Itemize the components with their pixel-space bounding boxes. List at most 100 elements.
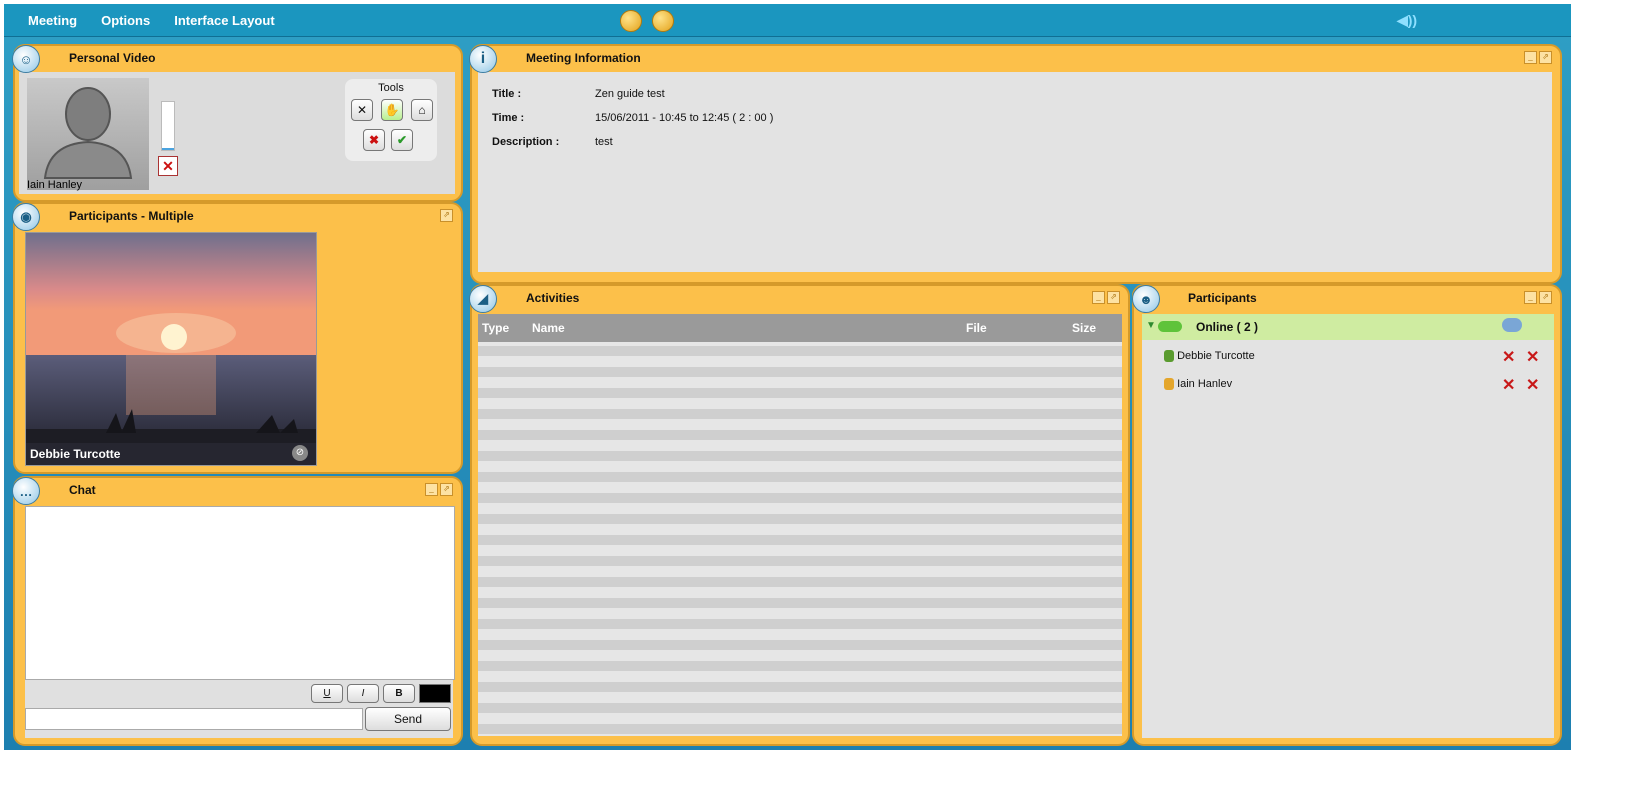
- minimize-icon[interactable]: _: [1524, 51, 1537, 64]
- panel-title: Personal Video: [69, 51, 156, 65]
- kick-icon[interactable]: ✕: [1526, 347, 1539, 367]
- online-status-icon: [1158, 321, 1182, 332]
- tools-box: Tools ✕ ✋ ⌂ ✖ ✔: [345, 79, 437, 161]
- menu-options[interactable]: Options: [101, 13, 150, 28]
- record-icon[interactable]: [652, 10, 674, 32]
- underline-button[interactable]: U: [311, 684, 343, 703]
- raise-hand-icon[interactable]: ✋: [381, 99, 403, 121]
- sunset-video-frame: [26, 233, 316, 465]
- panel-title: Participants - Multiple: [69, 209, 194, 223]
- info-value: 15/06/2011 - 10:45 to 12:45 ( 2 : 00 ): [595, 112, 774, 124]
- online-group-row[interactable]: ▼ Online ( 2 ): [1142, 314, 1554, 340]
- activities-panel: Activities _ ⇗ Type Name File Size: [470, 284, 1130, 746]
- expand-icon[interactable]: ⇗: [1539, 51, 1552, 64]
- text-color-picker[interactable]: [419, 684, 451, 703]
- empty-row-stripe: [478, 577, 1122, 587]
- empty-row-stripe: [478, 514, 1122, 524]
- empty-row-stripe: [478, 619, 1122, 629]
- empty-row-stripe: [478, 430, 1122, 440]
- empty-row-stripe: [478, 640, 1122, 650]
- table-header: Type Name File Size: [478, 314, 1122, 342]
- kick-icon[interactable]: ✕: [1526, 375, 1539, 395]
- empty-row-stripe: [478, 451, 1122, 461]
- window-buttons: ⇗: [440, 209, 453, 222]
- chat-bubble-icon: …: [12, 477, 40, 505]
- personal-video-panel: Personal Video Iain Hanley ✕ Tools ✕ ✋ ⌂…: [13, 44, 463, 202]
- empty-row-stripe: [478, 346, 1122, 356]
- home-icon[interactable]: ⌂: [411, 99, 433, 121]
- empty-row-stripe: [478, 367, 1122, 377]
- column-header-file[interactable]: File: [966, 321, 987, 335]
- chat-message-input[interactable]: [25, 708, 363, 730]
- info-value: Zen guide test: [595, 88, 665, 100]
- expand-icon[interactable]: ⇗: [1107, 291, 1120, 304]
- participants-video-panel: Participants - Multiple ⇗ Debbie Turcott…: [13, 202, 463, 474]
- tools-label: Tools: [378, 82, 404, 94]
- panel-header: Chat _ ⇗: [15, 478, 461, 502]
- chat-all-icon[interactable]: [1502, 318, 1522, 332]
- info-label: Title :: [492, 88, 522, 100]
- info-icon: i: [469, 45, 497, 73]
- empty-row-stripe: [478, 409, 1122, 419]
- user-name-label: Iain Hanley: [27, 179, 83, 191]
- minimize-icon[interactable]: _: [425, 483, 438, 496]
- panel-header: Participants - Multiple ⇗: [15, 204, 461, 228]
- speaker-icon[interactable]: ◀)): [1397, 12, 1417, 29]
- send-button[interactable]: Send: [365, 707, 451, 731]
- video-status-icon[interactable]: ⊘: [292, 445, 308, 461]
- stop-video-button[interactable]: ✕: [158, 156, 178, 176]
- window-buttons: _ ⇗: [1524, 291, 1552, 304]
- panel-header: Participants _ ⇗: [1134, 286, 1560, 310]
- empty-row-stripe: [478, 535, 1122, 545]
- info-value: test: [595, 136, 613, 148]
- user-icon: ☺: [12, 45, 40, 73]
- minimize-icon[interactable]: _: [1092, 291, 1105, 304]
- app-window: Meeting Options Interface Layout ◀)) Per…: [4, 4, 1571, 750]
- participant-video: Debbie Turcotte ⊘: [25, 232, 317, 466]
- empty-row-stripe: [478, 703, 1122, 713]
- column-header-type[interactable]: Type: [482, 321, 509, 335]
- activities-icon: ◢: [469, 285, 497, 313]
- tools-settings-icon[interactable]: ✕: [351, 99, 373, 121]
- meeting-status-icon[interactable]: [620, 10, 642, 32]
- expand-icon[interactable]: ⇗: [440, 209, 453, 222]
- remove-icon[interactable]: ✕: [1502, 375, 1515, 395]
- participants-list: ▼ Online ( 2 ) Debbie Turcotte ✕ ✕ Iain …: [1142, 314, 1554, 738]
- participant-name: Iain Hanlev: [1177, 378, 1233, 390]
- chat-log[interactable]: [25, 506, 455, 680]
- window-buttons: _ ⇗: [1524, 51, 1552, 64]
- bold-button[interactable]: B: [383, 684, 415, 703]
- column-header-size[interactable]: Size: [1072, 321, 1096, 335]
- menu-interface-layout[interactable]: Interface Layout: [174, 13, 274, 28]
- participants-icon: ☻: [1132, 285, 1160, 313]
- window-buttons: _ ⇗: [425, 483, 453, 496]
- meeting-info-panel: Meeting Information _ ⇗ Title : Zen guid…: [470, 44, 1562, 284]
- empty-row-stripe: [478, 661, 1122, 671]
- expand-icon[interactable]: ⇗: [1539, 291, 1552, 304]
- reject-icon[interactable]: ✖: [363, 129, 385, 151]
- webcam-icon: ◉: [12, 203, 40, 231]
- chevron-down-icon[interactable]: ▼: [1146, 320, 1156, 331]
- remove-icon[interactable]: ✕: [1502, 347, 1515, 367]
- chat-panel: Chat _ ⇗ U I B Send: [13, 476, 463, 746]
- menu-meeting[interactable]: Meeting: [28, 13, 77, 28]
- panel-header: Activities _ ⇗: [472, 286, 1128, 310]
- empty-row-stripe: [478, 472, 1122, 482]
- empty-row-stripe: [478, 598, 1122, 608]
- online-group-label: Online ( 2 ): [1196, 320, 1259, 334]
- participant-icon: [1164, 378, 1174, 391]
- participant-icon: [1164, 350, 1174, 363]
- accept-icon[interactable]: ✔: [391, 129, 413, 151]
- column-header-name[interactable]: Name: [532, 321, 565, 335]
- minimize-icon[interactable]: _: [1524, 291, 1537, 304]
- video-name-label: Debbie Turcotte: [30, 447, 121, 461]
- participant-row[interactable]: Iain Hanlev: [1164, 378, 1233, 391]
- participant-name: Debbie Turcotte: [1177, 350, 1255, 362]
- expand-icon[interactable]: ⇗: [440, 483, 453, 496]
- panel-body: Title : Zen guide test Time : 15/06/2011…: [478, 72, 1552, 272]
- panel-title: Chat: [69, 483, 96, 497]
- user-avatar: [27, 78, 149, 190]
- participant-row[interactable]: Debbie Turcotte: [1164, 350, 1255, 363]
- italic-button[interactable]: I: [347, 684, 379, 703]
- window-buttons: _ ⇗: [1092, 291, 1120, 304]
